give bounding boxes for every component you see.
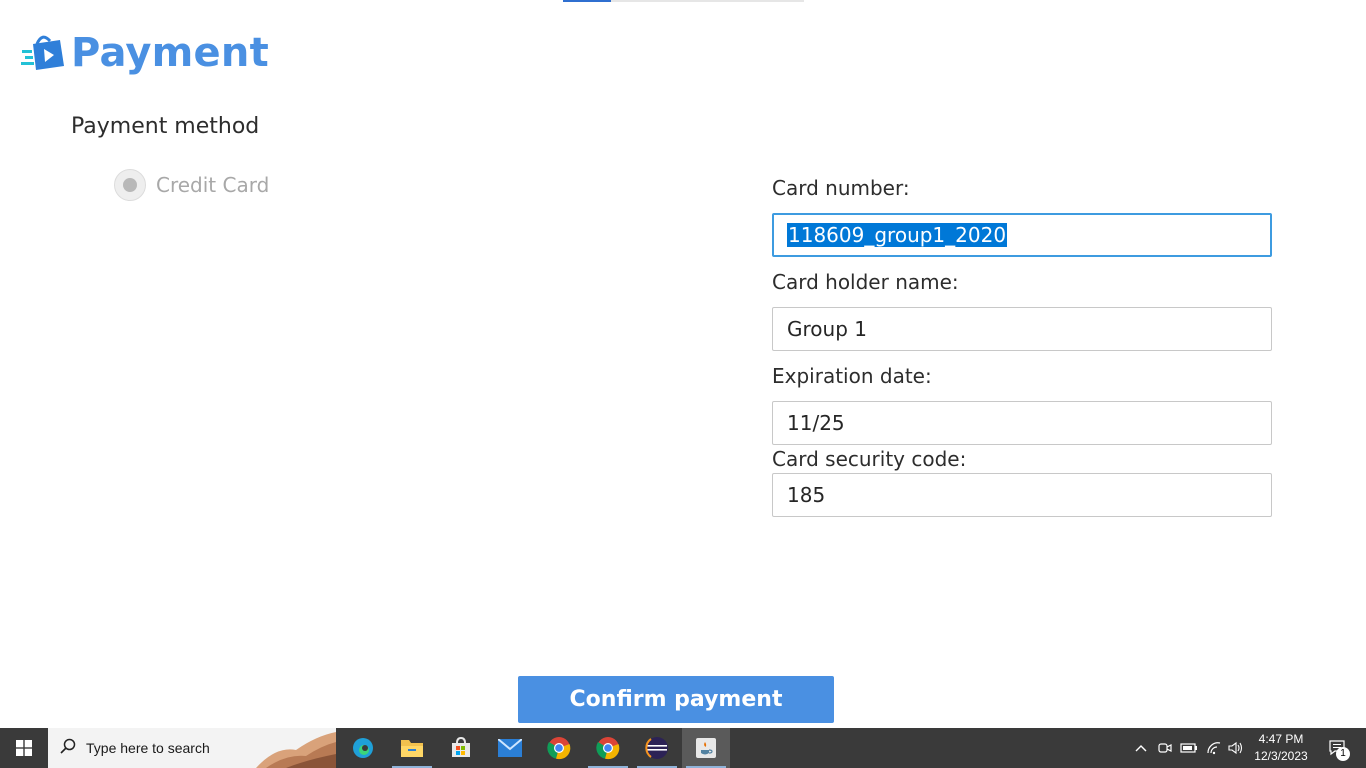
eclipse-icon[interactable] <box>633 728 681 768</box>
store-icon[interactable] <box>437 728 485 768</box>
credit-card-radio[interactable] <box>114 169 146 201</box>
volume-icon[interactable] <box>1226 728 1246 768</box>
wifi-icon[interactable] <box>1204 728 1224 768</box>
taskbar-search-box[interactable]: Type here to search <box>48 728 336 768</box>
chrome-icon[interactable] <box>535 728 583 768</box>
search-placeholder: Type here to search <box>86 740 210 756</box>
expiration-input[interactable]: 11/25 <box>772 401 1272 445</box>
credit-card-label: Credit Card <box>156 173 270 197</box>
mail-icon[interactable] <box>486 728 534 768</box>
taskbar: Type here to search 4:47 PM 12/3/2023 1 <box>0 728 1366 768</box>
credit-card-option[interactable]: Credit Card <box>114 169 269 201</box>
security-code-value: 185 <box>787 483 826 507</box>
shopping-bag-logo-icon <box>20 32 66 74</box>
confirm-payment-button[interactable]: Confirm payment <box>518 676 834 723</box>
battery-icon[interactable] <box>1179 728 1199 768</box>
edge-icon[interactable] <box>339 728 387 768</box>
taskbar-clock[interactable]: 4:47 PM 12/3/2023 <box>1246 728 1316 768</box>
payment-method-label: Payment method <box>71 114 260 139</box>
card-number-label: Card number: <box>772 176 910 200</box>
notification-center-icon[interactable]: 1 <box>1318 728 1358 768</box>
clock-date: 12/3/2023 <box>1254 749 1308 763</box>
expiration-label: Expiration date: <box>772 364 932 388</box>
card-number-input[interactable]: 118609_group1_2020 <box>772 213 1272 257</box>
clock-time: 4:47 PM <box>1258 732 1304 746</box>
card-number-value: 118609_group1_2020 <box>787 223 1008 247</box>
show-hidden-icons-chevron-icon[interactable] <box>1132 728 1150 768</box>
java-icon[interactable] <box>682 728 730 768</box>
meet-now-icon[interactable] <box>1156 728 1174 768</box>
security-code-label: Card security code: <box>772 447 967 471</box>
card-holder-input[interactable]: Group 1 <box>772 307 1272 351</box>
card-holder-label: Card holder name: <box>772 270 959 294</box>
search-icon <box>60 738 76 758</box>
windows-start-icon[interactable] <box>0 728 48 768</box>
security-code-input[interactable]: 185 <box>772 473 1272 517</box>
payment-window: Payment Payment method Credit Card Card … <box>0 0 1366 728</box>
search-highlight-image <box>256 732 336 768</box>
top-tab-indicator <box>563 0 804 2</box>
page-title: Payment <box>71 30 269 76</box>
chrome-icon[interactable] <box>584 728 632 768</box>
file-explorer-icon[interactable] <box>388 728 436 768</box>
card-holder-value: Group 1 <box>787 317 867 341</box>
notification-count-badge: 1 <box>1336 747 1350 761</box>
expiration-value: 11/25 <box>787 411 845 435</box>
